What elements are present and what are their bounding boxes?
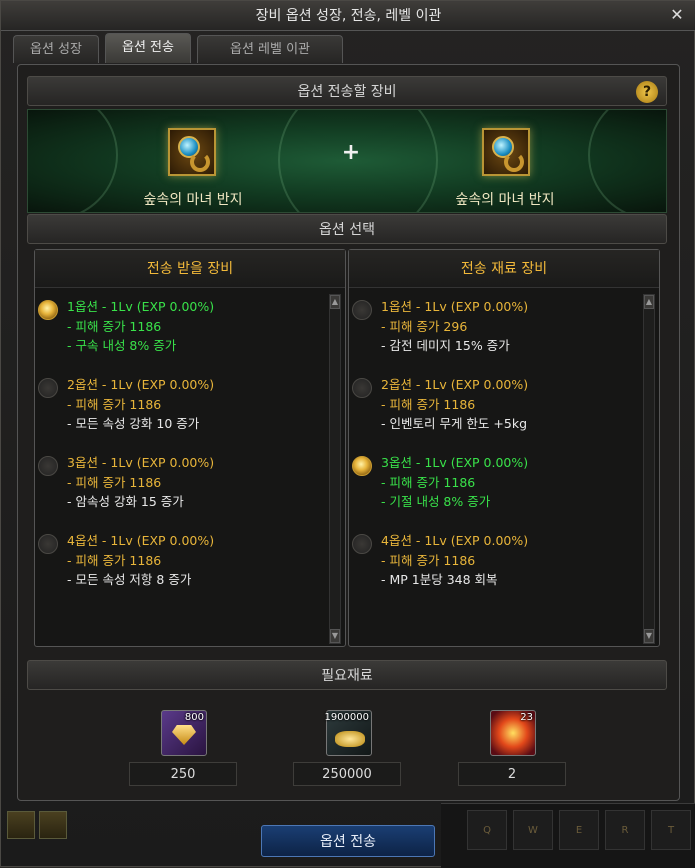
option-damage: - 피해 증가 1186: [381, 553, 476, 568]
scroll-up-icon[interactable]: ▲: [330, 295, 340, 309]
material-value-2: 250000: [293, 762, 401, 786]
receive-option-4[interactable]: 4옵션 - 1Lv (EXP 0.00%) - 피해 증가 1186 - 모든 …: [35, 528, 335, 598]
hotkey-bar: Q W E R T: [441, 803, 695, 868]
option-level: 3옵션 - 1Lv (EXP 0.00%): [381, 455, 529, 470]
receive-option-1[interactable]: 1옵션 - 1Lv (EXP 0.00%) - 피해 증가 1186 - 구속 …: [35, 294, 335, 364]
coins-shape: [335, 731, 365, 747]
receive-option-2[interactable]: 2옵션 - 1Lv (EXP 0.00%) - 피해 증가 1186 - 모든 …: [35, 372, 335, 442]
gold-coins-icon[interactable]: 1900000: [324, 710, 372, 756]
option-radio[interactable]: [352, 534, 372, 554]
option-level: 2옵션 - 1Lv (EXP 0.00%): [67, 377, 215, 392]
option-damage: - 피해 증가 296: [381, 319, 468, 334]
option-radio[interactable]: [352, 456, 372, 476]
option-level: 4옵션 - 1Lv (EXP 0.00%): [381, 533, 529, 548]
close-icon[interactable]: ✕: [666, 4, 688, 26]
option-effect: - 모든 속성 강화 10 증가: [67, 416, 200, 431]
option-damage: - 피해 증가 1186: [67, 397, 162, 412]
quickslot-icon[interactable]: [39, 811, 67, 839]
option-damage: - 피해 증가 1186: [67, 475, 162, 490]
option-damage: - 피해 증가 1186: [381, 475, 476, 490]
tab-option-level-transfer[interactable]: 옵션 레벨 이관: [197, 35, 343, 63]
help-icon[interactable]: ?: [636, 81, 658, 103]
scroll-up-icon[interactable]: ▲: [644, 295, 654, 309]
option-section-header: 옵션 선택: [27, 214, 667, 244]
material-option-3[interactable]: 3옵션 - 1Lv (EXP 0.00%) - 피해 증가 1186 - 기절 …: [349, 450, 649, 520]
material-box-title: 전송 재료 장비: [349, 250, 659, 288]
material-value-1: 250: [129, 762, 237, 786]
material-equipment-box: 전송 재료 장비 1옵션 - 1Lv (EXP 0.00%) - 피해 증가 2…: [348, 249, 660, 647]
material-stack: 800: [184, 712, 204, 723]
explosion-orb-icon[interactable]: 23: [490, 710, 536, 756]
option-radio[interactable]: [38, 456, 58, 476]
option-level: 1옵션 - 1Lv (EXP 0.00%): [67, 299, 215, 314]
scroll-down-icon[interactable]: ▼: [644, 629, 654, 643]
window-titlebar[interactable]: 장비 옵션 성장, 전송, 레벨 이관 ✕: [1, 1, 695, 31]
receive-option-3[interactable]: 3옵션 - 1Lv (EXP 0.00%) - 피해 증가 1186 - 암속성…: [35, 450, 335, 520]
equip-section-header: 옵션 전송할 장비 ?: [27, 76, 667, 106]
receive-item-slot[interactable]: [168, 128, 216, 176]
option-effect: - 모든 속성 저항 8 증가: [67, 572, 192, 587]
required-section-title: 필요재료: [321, 668, 373, 684]
ring-band-icon: [190, 152, 210, 172]
option-effect: - 인벤토리 무게 한도 +5kg: [381, 416, 528, 431]
window-title: 장비 옵션 성장, 전송, 레벨 이관: [255, 8, 442, 24]
option-transfer-button[interactable]: 옵션 전송: [261, 825, 435, 857]
material-stack: 23: [520, 712, 533, 723]
hotkey-r[interactable]: R: [605, 810, 645, 850]
option-radio[interactable]: [352, 300, 372, 320]
required-section-header: 필요재료: [27, 660, 667, 690]
hotkey-q[interactable]: Q: [467, 810, 507, 850]
ring-band-icon: [504, 152, 524, 172]
option-level: 1옵션 - 1Lv (EXP 0.00%): [381, 299, 529, 314]
receive-scrollbar[interactable]: ▲ ▼: [329, 294, 341, 644]
option-effect: - 구속 내성 8% 증가: [67, 338, 177, 353]
quickslot-icon[interactable]: [7, 811, 35, 839]
material-item-name: 숲속의 마녀 반지: [455, 192, 555, 208]
option-section-title: 옵션 선택: [319, 222, 375, 238]
tab-option-growth[interactable]: 옵션 성장: [13, 35, 99, 63]
material-value-3: 2: [458, 762, 566, 786]
option-effect: - 암속성 강화 15 증가: [67, 494, 184, 509]
scroll-down-icon[interactable]: ▼: [330, 629, 340, 643]
equip-section-title: 옵션 전송할 장비: [297, 84, 397, 100]
material-item-slot[interactable]: [482, 128, 530, 176]
hotkey-e[interactable]: E: [559, 810, 599, 850]
material-option-4[interactable]: 4옵션 - 1Lv (EXP 0.00%) - 피해 증가 1186 - MP …: [349, 528, 649, 598]
receive-equipment-box: 전송 받을 장비 1옵션 - 1Lv (EXP 0.00%) - 피해 증가 1…: [34, 249, 346, 647]
option-level: 4옵션 - 1Lv (EXP 0.00%): [67, 533, 215, 548]
plus-icon: +: [341, 140, 361, 165]
option-level: 2옵션 - 1Lv (EXP 0.00%): [381, 377, 529, 392]
hotkey-w[interactable]: W: [513, 810, 553, 850]
crystal-shape: [172, 725, 196, 745]
banner-ornament: [28, 110, 118, 212]
material-stack: 1900000: [324, 712, 369, 723]
hotkey-t[interactable]: T: [651, 810, 691, 850]
option-effect: - MP 1분당 348 회복: [381, 572, 498, 587]
option-transfer-window: 장비 옵션 성장, 전송, 레벨 이관 ✕ 옵션 성장 옵션 전송 옵션 레벨 …: [0, 0, 695, 868]
option-effect: - 기절 내성 8% 증가: [381, 494, 491, 509]
option-radio[interactable]: [38, 378, 58, 398]
option-radio[interactable]: [38, 534, 58, 554]
option-damage: - 피해 증가 1186: [381, 397, 476, 412]
option-radio[interactable]: [352, 378, 372, 398]
material-option-2[interactable]: 2옵션 - 1Lv (EXP 0.00%) - 피해 증가 1186 - 인벤토…: [349, 372, 649, 442]
banner-ornament: [588, 110, 666, 212]
option-effect: - 감전 데미지 15% 증가: [381, 338, 510, 353]
material-scrollbar[interactable]: ▲ ▼: [643, 294, 655, 644]
gold-crystal-icon[interactable]: 800: [161, 710, 207, 756]
material-option-1[interactable]: 1옵션 - 1Lv (EXP 0.00%) - 피해 증가 296 - 감전 데…: [349, 294, 649, 364]
receive-box-title: 전송 받을 장비: [35, 250, 345, 288]
option-level: 3옵션 - 1Lv (EXP 0.00%): [67, 455, 215, 470]
receive-item-name: 숲속의 마녀 반지: [143, 192, 243, 208]
option-radio[interactable]: [38, 300, 58, 320]
tab-option-transfer[interactable]: 옵션 전송: [105, 33, 191, 63]
option-damage: - 피해 증가 1186: [67, 319, 162, 334]
option-damage: - 피해 증가 1186: [67, 553, 162, 568]
